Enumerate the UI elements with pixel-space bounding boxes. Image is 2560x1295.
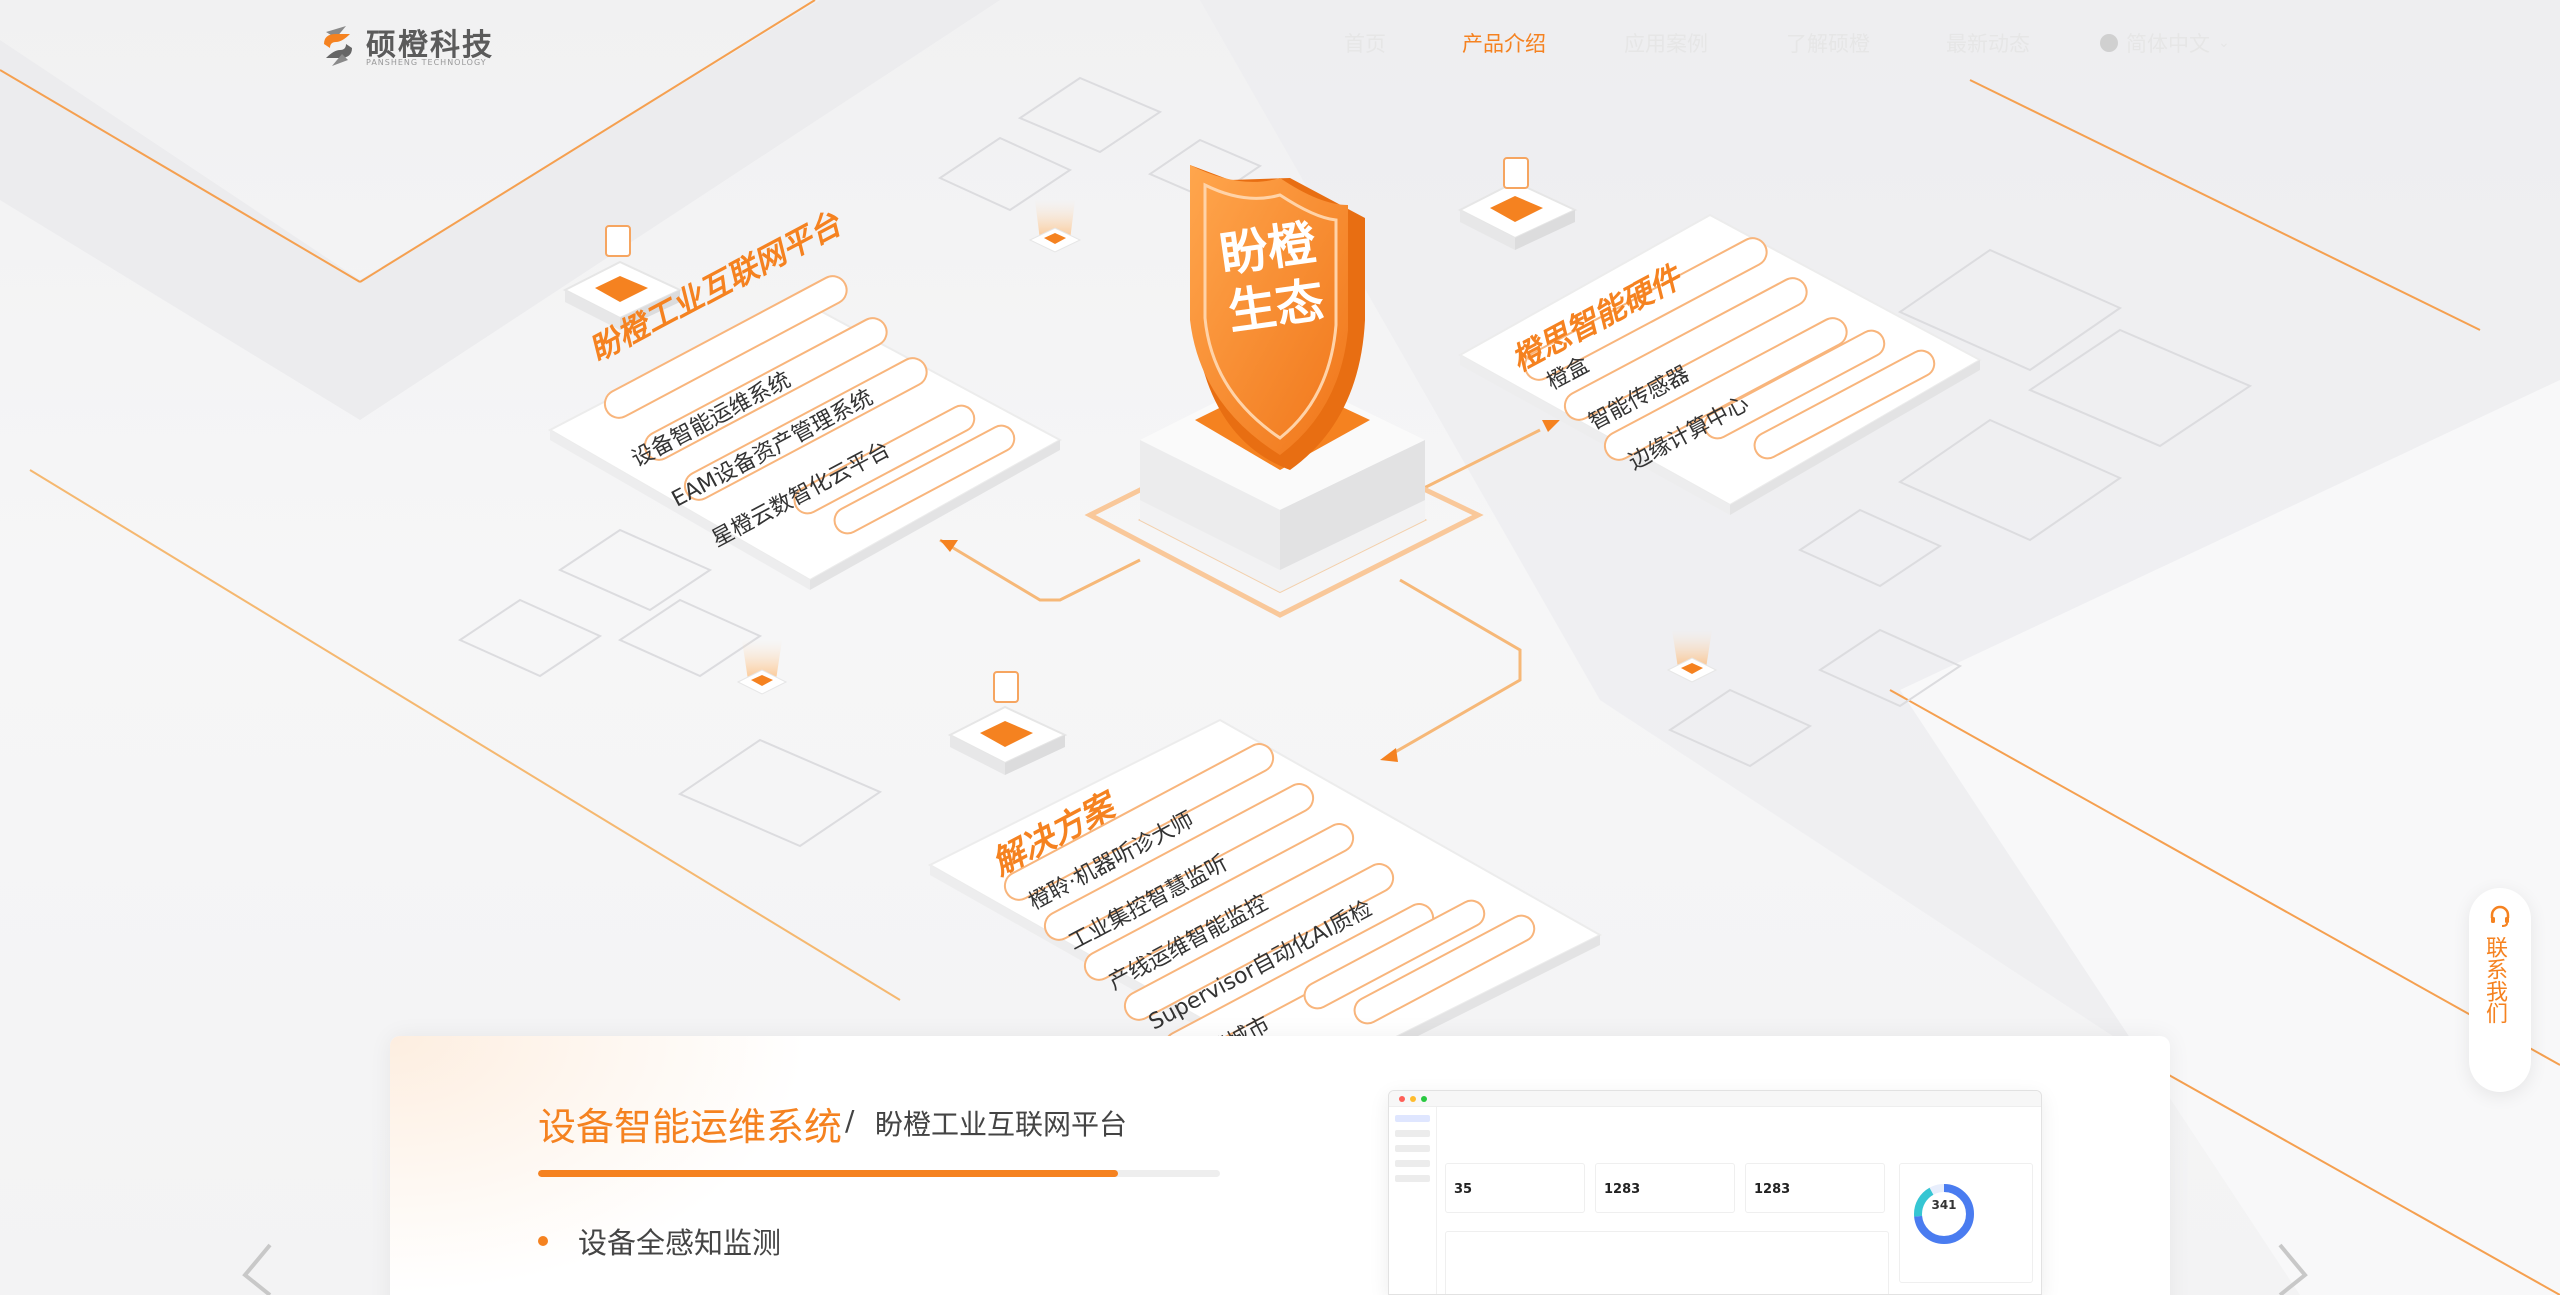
kpi-card: 35 [1445,1163,1585,1213]
language-label: 简体中文 [2126,32,2210,56]
product-title: 设备智能运维系统 [538,1105,843,1149]
title-separator: / [845,1104,855,1137]
kpi-value: 1283 [1754,1182,1791,1197]
logo-subtext: PANSHENG TECHNOLOGY [366,58,487,67]
product-subtitle: 盼橙工业互联网平台 [875,1108,1128,1141]
contact-label: 联系我们 [2482,936,2507,1024]
slide-progress-bar [538,1170,1220,1177]
shield-text: 盼橙 生态 [1214,214,1329,343]
prev-arrow-icon [242,1243,272,1295]
beacon-small [1028,200,1082,253]
dashboard-sidebar [1389,1107,1437,1294]
minimize-dot-icon [1410,1095,1416,1102]
kpi-card: 1283 [1745,1163,1885,1213]
window-controls [1389,1091,2041,1107]
chevron-down-icon: ⌄ [2218,35,2230,51]
kpi-value: 1283 [1604,1182,1641,1197]
top-navigation: 硕橙科技 PANSHENG TECHNOLOGY 首页 产品介绍 应用案例 了解… [0,0,2560,90]
logo-mark-icon [324,26,352,66]
brand-logo[interactable]: 硕橙科技 PANSHENG TECHNOLOGY [318,22,494,70]
nav-about[interactable]: 了解硕橙 [1786,28,1870,58]
close-dot-icon [1399,1095,1405,1102]
trend-chart-card [1445,1231,1889,1294]
contact-us-button[interactable]: 联系我们 [2469,888,2531,1092]
bullet-dot-icon [538,1236,548,1246]
maximize-dot-icon [1421,1095,1427,1102]
dashboard-preview: 35 1283 1283 341 [1388,1090,2042,1295]
language-selector[interactable]: 简体中文 ⌄ [2100,28,2230,58]
beacon-small [736,640,788,695]
nav-products[interactable]: 产品介绍 [1462,28,1546,58]
nav-news[interactable]: 最新动态 [1946,28,2030,58]
nav-home[interactable]: 首页 [1344,28,1386,58]
globe-icon [2100,34,2118,52]
feature-item: 设备全感知监测 [538,1220,781,1262]
nav-cases[interactable]: 应用案例 [1624,28,1708,58]
slide-progress-fill [538,1170,1118,1177]
feature-label: 设备全感知监测 [578,1226,782,1260]
kpi-value: 35 [1454,1182,1473,1197]
notes-icon-cube [947,671,1068,775]
ring-chart [1914,1184,1974,1244]
logo-text: 硕橙科技 [366,28,494,63]
kpi-card: 1283 [1595,1163,1735,1213]
headset-icon [2490,905,2510,927]
ring-value: 341 [1931,1198,1957,1212]
ring-chart-card: 341 [1899,1163,2033,1283]
page-stage: 盼橙 生态 盼橙工业互联网平台 设备智能运维系统 EAM设备资产管理系统 星橙云… [0,0,2560,1295]
